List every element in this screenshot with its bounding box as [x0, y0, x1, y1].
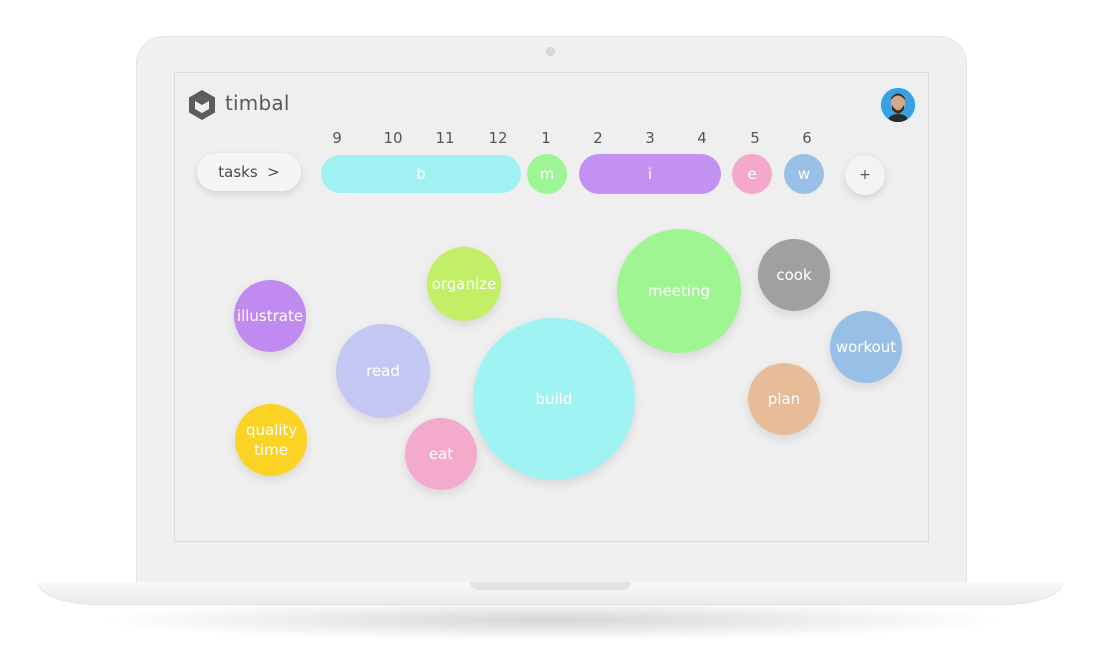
user-avatar-icon [881, 88, 915, 122]
task-bubble-meeting[interactable]: meeting [617, 229, 741, 353]
timbal-logo-icon [189, 90, 215, 120]
hour-label: 11 [435, 129, 455, 147]
task-bubble-label: quality time [246, 420, 298, 459]
schedule-block-b[interactable]: b [321, 155, 521, 193]
camera-dot [546, 47, 555, 56]
task-bubble-read[interactable]: read [336, 324, 430, 418]
schedule-block-i[interactable]: i [579, 154, 721, 194]
task-bubble-cook[interactable]: cook [758, 239, 830, 311]
task-bubble-illustrate[interactable]: illustrate [234, 280, 306, 352]
task-bubble-plan[interactable]: plan [748, 363, 820, 435]
laptop-shadow [100, 600, 1000, 640]
hour-label: 10 [383, 129, 403, 147]
hour-label: 4 [697, 129, 707, 147]
task-bubble-organize[interactable]: organize [427, 247, 501, 321]
user-avatar[interactable] [881, 88, 915, 122]
hour-label: 1 [541, 129, 551, 147]
hour-label: 6 [802, 129, 812, 147]
task-bubble-build[interactable]: build [473, 318, 635, 480]
schedule-block-m[interactable]: m [527, 154, 567, 194]
hour-label: 5 [750, 129, 760, 147]
app-name: timbal [225, 91, 290, 115]
schedule-block-w[interactable]: w [784, 154, 824, 194]
task-bubble-quality-time[interactable]: quality time [235, 404, 307, 476]
laptop-notch [470, 582, 631, 590]
hour-label: 9 [332, 129, 342, 147]
tasks-button[interactable]: tasks > [197, 153, 301, 191]
task-bubble-eat[interactable]: eat [405, 418, 477, 490]
schedule-block-e[interactable]: e [732, 154, 772, 194]
hour-label: 3 [645, 129, 655, 147]
hour-label: 2 [593, 129, 603, 147]
add-task-button[interactable]: + [845, 155, 885, 195]
app-screen: timbal 9 10 11 12 1 2 3 4 5 6 tasks > b … [174, 72, 929, 542]
task-bubble-workout[interactable]: workout [830, 311, 902, 383]
hour-label: 12 [488, 129, 508, 147]
